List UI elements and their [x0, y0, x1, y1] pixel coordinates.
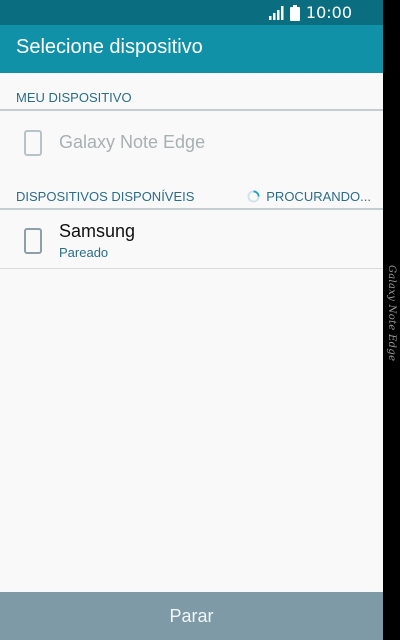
- list-divider: [0, 268, 383, 269]
- scanning-indicator: PROCURANDO...: [247, 189, 371, 204]
- available-devices-section-header: DISPOSITIVOS DISPONÍVEIS PROCURANDO...: [0, 172, 383, 210]
- edge-panel-label: Galaxy Note Edge: [386, 265, 397, 362]
- my-device-section-header: MEU DISPOSITIVO: [0, 73, 383, 111]
- battery-icon: [289, 4, 300, 21]
- phone-icon: [24, 228, 42, 254]
- available-devices-header-label: DISPOSITIVOS DISPONÍVEIS: [16, 189, 195, 204]
- device-list-item[interactable]: Samsung Pareado: [0, 210, 383, 268]
- status-icons: 10:00: [268, 2, 352, 23]
- device-name: Samsung: [59, 221, 136, 241]
- app-bar: Selecione dispositivo: [0, 25, 383, 73]
- device-status: Pareado: [59, 245, 109, 260]
- my-device-name: Galaxy Note Edge: [59, 132, 206, 152]
- stop-button[interactable]: Parar: [0, 592, 383, 640]
- scanning-label: PROCURANDO...: [266, 189, 371, 204]
- my-device-row: Galaxy Note Edge: [0, 111, 383, 173]
- status-bar: 10:00: [0, 0, 383, 25]
- my-device-header-label: MEU DISPOSITIVO: [16, 90, 132, 105]
- signal-icon: [268, 5, 284, 20]
- phone-icon: [24, 130, 42, 156]
- clock: 10:00: [305, 3, 352, 22]
- spinner-icon: [247, 190, 260, 203]
- screen: 10:00 Selecione dispositivo MEU DISPOSIT…: [0, 0, 383, 640]
- page-title: Selecione dispositivo: [16, 36, 203, 58]
